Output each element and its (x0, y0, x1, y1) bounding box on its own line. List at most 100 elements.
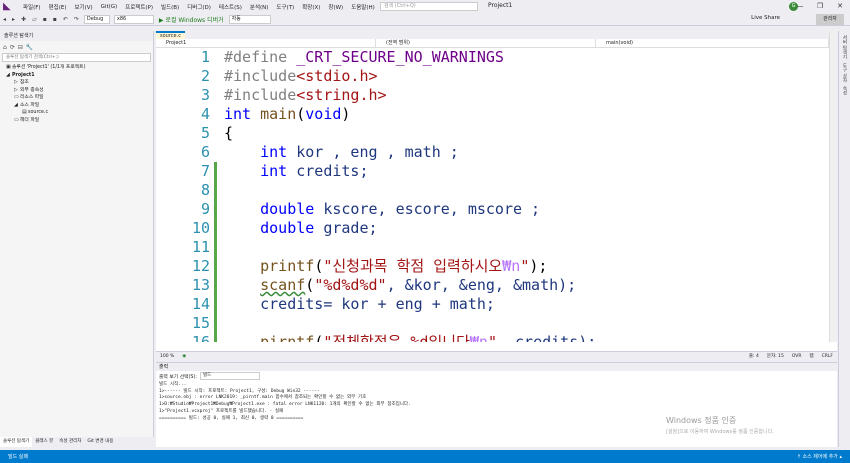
line-number: 6 (200, 143, 210, 161)
global-scope-select[interactable]: (전역 범위) (376, 39, 596, 47)
back-icon[interactable]: ◂ (3, 16, 6, 23)
code-token: double (260, 219, 324, 237)
run-mode-select[interactable]: 자동 (228, 14, 271, 24)
line-number: 16 (191, 333, 210, 342)
menu-extensions[interactable]: 확장(X) (298, 3, 324, 11)
menu-view[interactable]: 보기(V) (70, 3, 96, 11)
run-debugger-button[interactable]: ▶ 로컬 Windows 디버거 (159, 15, 224, 24)
code-line[interactable]: #define _CRT_SECURE_NO_WARNINGS (224, 48, 596, 67)
tab-solution-explorer[interactable]: 솔루션 탐색기 (0, 437, 33, 447)
tree-item[interactable]: ▭헤더 파일 (0, 117, 153, 125)
code-line[interactable]: credits= kor + eng + math; (224, 295, 596, 314)
live-share-button[interactable]: Live Share (751, 15, 780, 21)
project-scope-select[interactable]: Project1 (156, 39, 376, 47)
code-line[interactable]: int kor , eng , math ; (224, 143, 596, 162)
save-all-icon[interactable]: ▪ (53, 16, 57, 23)
tree-item-label: Project1 (12, 72, 35, 78)
code-line[interactable]: double grade; (224, 219, 596, 238)
tab-property-manager[interactable]: 속성 관리자 (56, 437, 84, 447)
open-icon[interactable]: ▱ (32, 16, 37, 23)
code-line[interactable]: scanf("%d%d%d", &kor, &eng, &math); (224, 276, 596, 295)
code-lines[interactable]: #define _CRT_SECURE_NO_WARNINGS #include<… (224, 48, 596, 342)
undo-icon[interactable]: ↶ (63, 16, 68, 23)
code-line[interactable]: int main(void) (224, 105, 596, 124)
issues-icon[interactable]: ◉ (182, 354, 186, 359)
menu-git[interactable]: Git(G) (97, 4, 122, 10)
code-token: ₩n (502, 257, 521, 275)
code-line[interactable]: #include<stdio.h> (224, 67, 596, 86)
column-indicator: 문자: 15 (766, 354, 784, 359)
line-number: 8 (200, 181, 210, 199)
home-icon[interactable]: ⌂ (3, 44, 7, 51)
sync-icon[interactable]: ⟳ (10, 44, 15, 51)
tree-item[interactable]: ◢ Project1 (0, 72, 153, 80)
code-line[interactable] (224, 314, 596, 333)
collapse-icon[interactable]: ⊟ (18, 44, 23, 51)
code-token: double (260, 200, 324, 218)
code-token: #define (224, 48, 297, 66)
redo-icon[interactable]: ↷ (74, 16, 79, 23)
menu-project[interactable]: 프로젝트(P) (121, 3, 157, 11)
tree-item[interactable]: ▣솔루션 'Project1' (1/1개 프로젝트) (0, 64, 153, 72)
add-source-control-button[interactable]: ↑ 소스 제어에 추가 ▴ (797, 453, 842, 460)
tree-item[interactable]: ▤source.c (0, 109, 153, 117)
menu-debug[interactable]: 디버그(D) (183, 3, 215, 11)
zoom-level[interactable]: 100 % (160, 354, 174, 359)
tree-item[interactable]: ▷ 참조 (0, 79, 153, 87)
config-select[interactable]: Debug (83, 14, 110, 24)
menu-help[interactable]: 도움말(H) (347, 3, 379, 11)
tree-item[interactable]: ▭리소스 파일 (0, 94, 153, 102)
menu-file[interactable]: 파일(F) (19, 3, 45, 11)
line-number: 9 (200, 200, 210, 218)
window-controls: — ❐ ✕ (790, 0, 850, 13)
new-item-icon[interactable]: ✚ (21, 16, 26, 23)
code-line[interactable]: printf("신청과목 학점 입력하시오₩n"); (224, 257, 596, 276)
menu-test[interactable]: 테스트(S) (215, 3, 246, 11)
function-scope-select[interactable]: main(void) (596, 39, 829, 47)
output-source-select[interactable]: 빌드 (199, 372, 260, 380)
code-token: grade; (323, 219, 378, 237)
menu-tools[interactable]: 도구(T) (272, 3, 298, 11)
code-token: #include (224, 67, 297, 85)
restore-icon[interactable]: ❐ (810, 0, 830, 13)
menu-build[interactable]: 빌드(B) (157, 3, 183, 11)
save-icon[interactable]: ▪ (43, 16, 47, 23)
code-line[interactable]: double kscore, escore, mscore ; (224, 200, 596, 219)
editor-scrollbar[interactable] (829, 31, 837, 342)
line-number: 2 (200, 67, 210, 85)
platform-select[interactable]: x86 (113, 14, 154, 24)
output-source-row: 출력 보기 선택(S): 빌드 (156, 371, 837, 381)
menu-edit[interactable]: 편집(E) (45, 3, 71, 11)
code-line[interactable]: pirntf("전체학점은 %d입니다₩n", credits); (224, 333, 596, 342)
code-line[interactable]: int credits; (224, 162, 596, 181)
tree-item[interactable]: ▷ 외부 종속성 (0, 87, 153, 95)
minimize-icon[interactable]: — (790, 0, 810, 13)
menu-window[interactable]: 창(W) (324, 3, 347, 11)
tab-source-c[interactable]: source.c (156, 31, 185, 39)
code-token: ( (314, 333, 324, 342)
code-token: , &kor, &eng, &math); (386, 276, 577, 294)
server-explorer-tab[interactable]: 서버 탐색기 (841, 35, 847, 59)
code-line[interactable]: { (224, 124, 596, 143)
code-line[interactable] (224, 238, 596, 257)
properties-icon[interactable]: 🔧 (26, 44, 33, 51)
line-number: 15 (191, 314, 210, 332)
line-number: 4 (200, 105, 210, 123)
close-icon[interactable]: ✕ (830, 0, 850, 13)
code-token: int (224, 105, 261, 123)
code-line[interactable] (224, 181, 596, 200)
tab-git-changes[interactable]: Git 변경 내용 (84, 437, 116, 447)
tree-item[interactable]: ◢ 소스 파일 (0, 102, 153, 110)
code-area[interactable]: 1 2 3 4 5 6 7 8 9 10 11 12 13 14 15 16 #define _CRT_SEC… (156, 48, 837, 342)
code-line[interactable]: #include<string.h> (224, 86, 596, 105)
search-input[interactable]: 검색 (Ctrl+Q) (380, 2, 478, 11)
explorer-search-input[interactable]: 솔루션 탐색기 검색(Ctrl+;) (2, 53, 151, 62)
line-number: 13 (191, 276, 210, 294)
forward-icon[interactable]: ▸ (12, 16, 15, 23)
toolbox-tab[interactable]: 도구 상자 (841, 63, 847, 82)
menu-analyze[interactable]: 분석(N) (246, 3, 273, 11)
code-token: " (487, 333, 497, 342)
tab-class-view[interactable]: 클래스 뷰 (32, 437, 56, 447)
properties-tab[interactable]: 속성 (841, 86, 847, 95)
